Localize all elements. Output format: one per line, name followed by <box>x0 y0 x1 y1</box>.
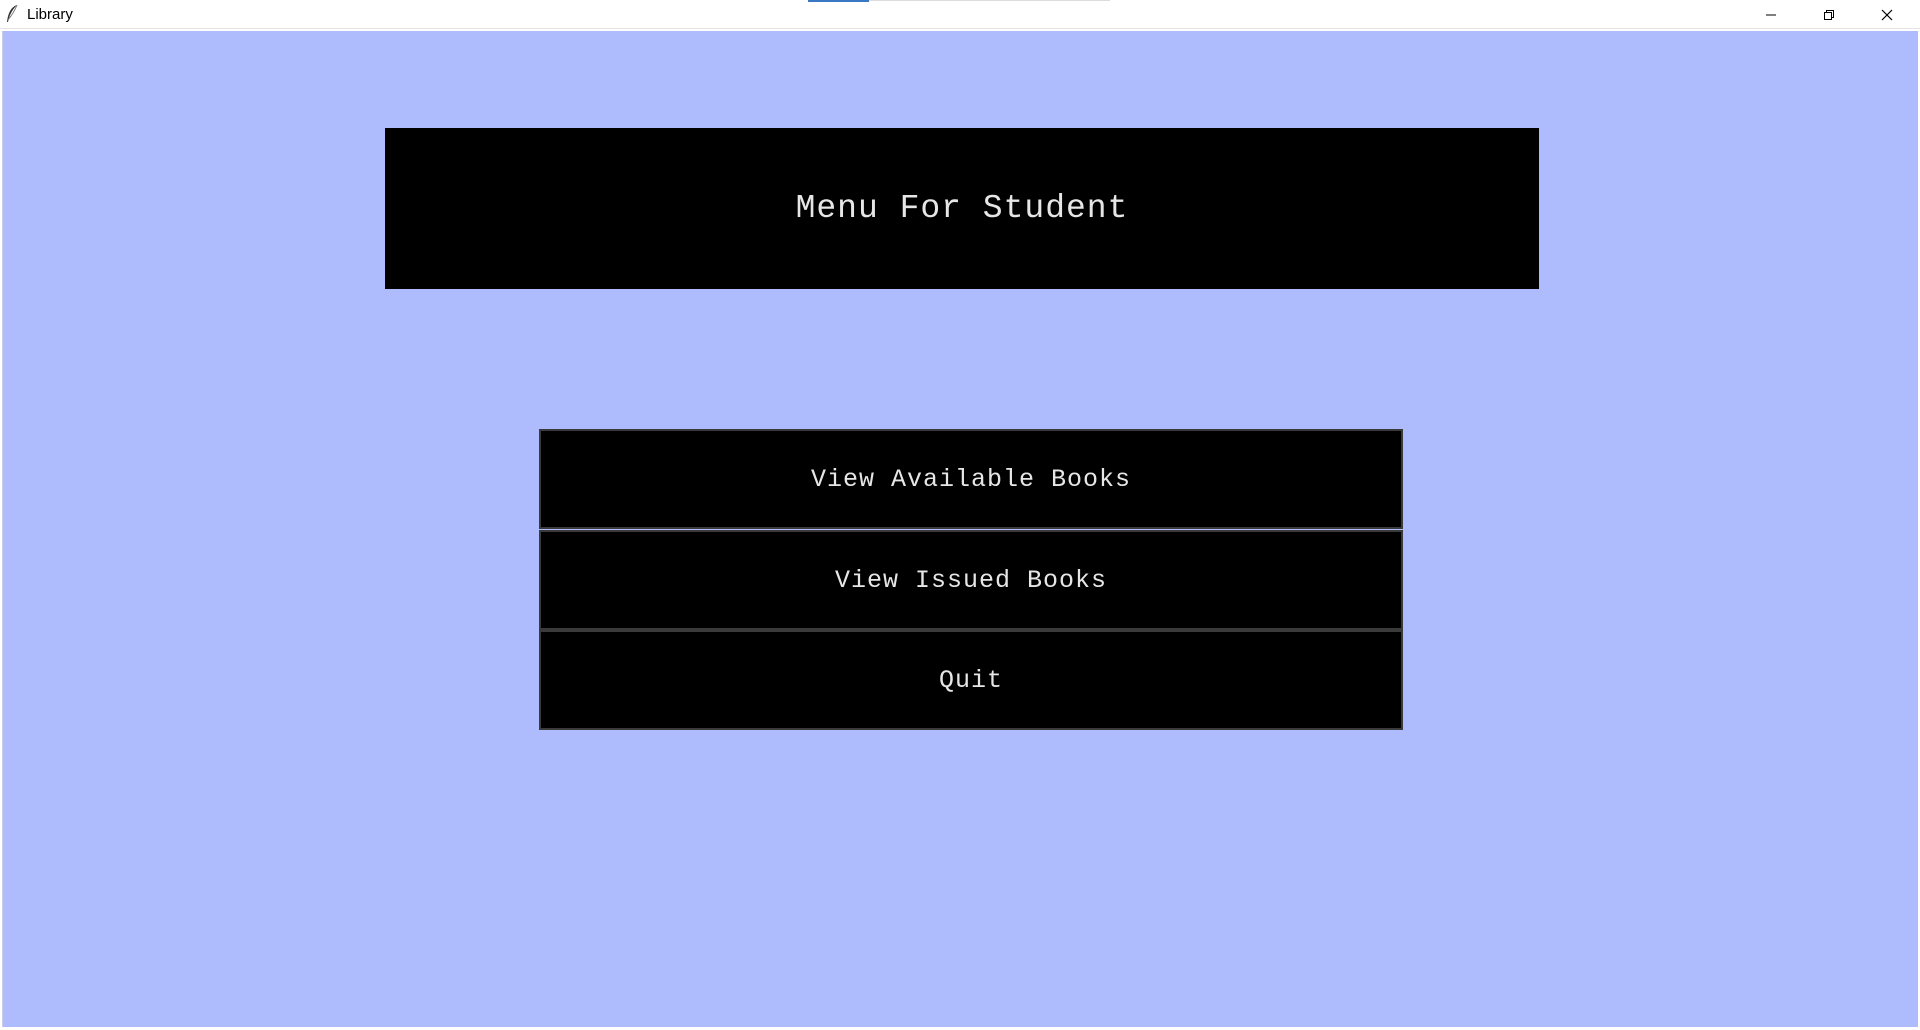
title-accent-line <box>808 0 869 2</box>
restore-icon <box>1823 9 1835 21</box>
client-area: Menu For Student View Available Books Vi… <box>2 31 1918 1027</box>
page-title: Menu For Student <box>795 190 1129 227</box>
minimize-icon <box>1765 9 1777 21</box>
heading-panel: Menu For Student <box>385 128 1539 289</box>
close-icon <box>1881 9 1893 21</box>
view-available-books-button[interactable]: View Available Books <box>539 429 1403 529</box>
close-button[interactable] <box>1858 0 1916 29</box>
quit-button[interactable]: Quit <box>539 630 1403 730</box>
minimize-button[interactable] <box>1742 0 1800 29</box>
view-issued-books-button[interactable]: View Issued Books <box>539 530 1403 630</box>
view-issued-books-label: View Issued Books <box>834 565 1108 595</box>
restore-button[interactable] <box>1800 0 1858 29</box>
feather-icon <box>5 4 19 24</box>
quit-label: Quit <box>938 665 1003 695</box>
title-accent-line-light <box>869 0 1110 1</box>
app-window: Library Menu For Student View Available … <box>0 0 1920 1030</box>
window-title: Library <box>27 6 73 23</box>
view-available-books-label: View Available Books <box>810 464 1132 494</box>
title-bar[interactable]: Library <box>0 0 1920 29</box>
